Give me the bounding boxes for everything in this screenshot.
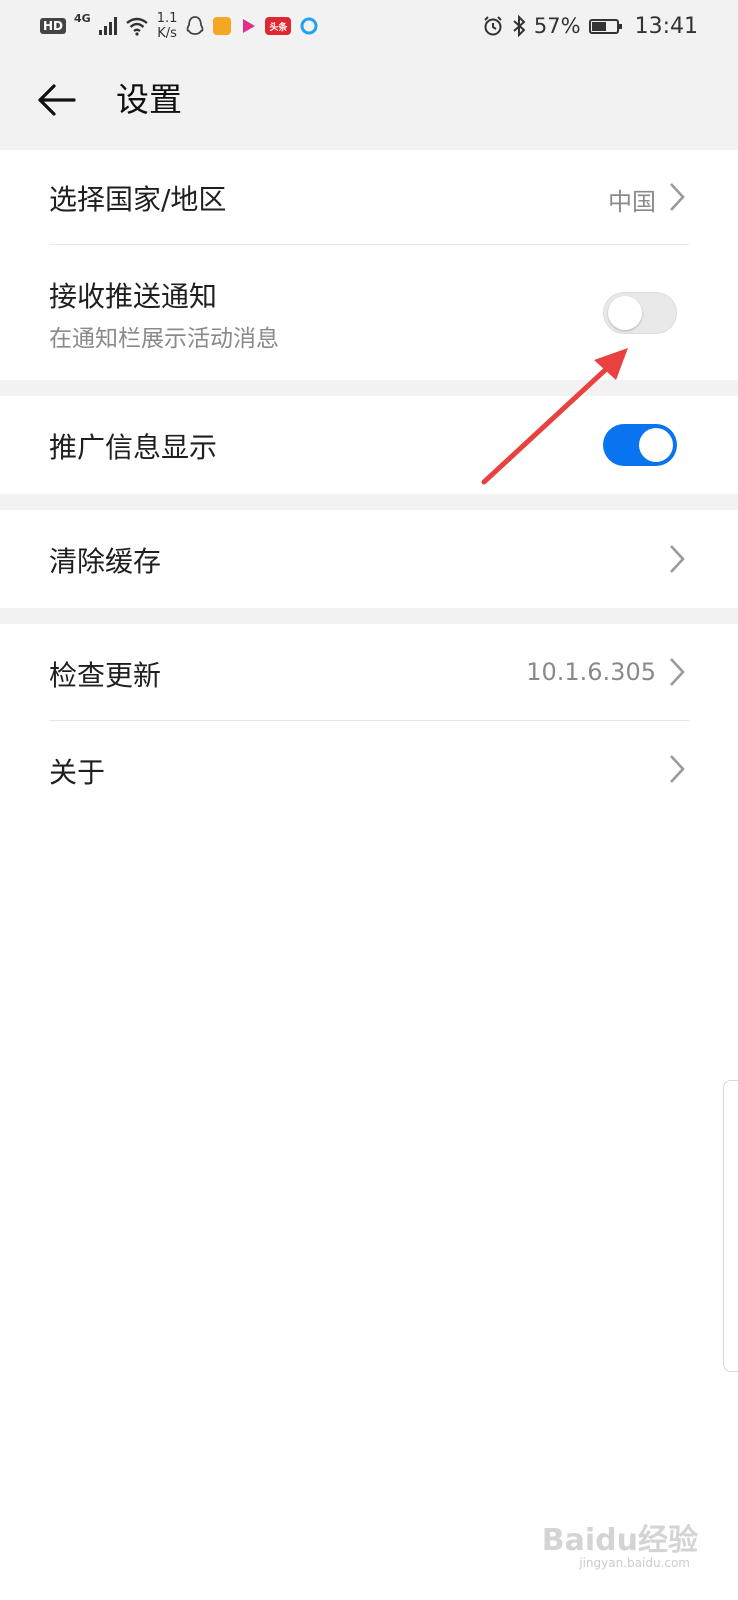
- video-app-icon: [243, 19, 256, 33]
- qq-icon: [186, 16, 204, 35]
- wifi-icon: [125, 17, 148, 36]
- toutiao-icon: 头条: [265, 17, 292, 35]
- group-gap: [0, 494, 738, 510]
- push-notification-toggle[interactable]: [603, 292, 677, 334]
- annotation-arrow-icon: [481, 348, 628, 485]
- promo-label: 推广信息显示: [49, 431, 218, 464]
- speed-value: 1.1: [156, 11, 178, 26]
- push-label: 接收推送通知: [49, 280, 218, 313]
- clock: 13:41: [634, 13, 698, 39]
- clear-cache-row[interactable]: 清除缓存: [0, 510, 738, 608]
- chevron-right-icon: [670, 755, 685, 783]
- scroll-handle[interactable]: [723, 1080, 738, 1372]
- chevron-right-icon: [670, 658, 685, 686]
- hd-badge: HD: [40, 18, 67, 34]
- group-gap: [0, 608, 738, 624]
- battery-percent: 57%: [533, 14, 581, 38]
- status-left: HD 4G 1.1 K/s 头条: [40, 0, 319, 52]
- check-update-label: 检查更新: [49, 659, 162, 692]
- chevron-right-icon: [670, 545, 685, 573]
- status-bar: HD 4G 1.1 K/s 头条 57% 13:41: [0, 0, 738, 52]
- chevron-right-icon: [670, 183, 685, 211]
- settings-group-4: 检查更新 10.1.6.305 关于: [0, 624, 738, 814]
- watermark-logo: Baidu经验: [541, 1523, 698, 1558]
- about-label: 关于: [49, 756, 106, 789]
- battery-icon: [588, 18, 622, 34]
- back-arrow-icon[interactable]: [34, 78, 78, 122]
- region-label: 选择国家/地区: [49, 183, 227, 216]
- version-value: 10.1.6.305: [526, 658, 656, 686]
- alarm-icon: [484, 16, 502, 36]
- page-title: 设置: [116, 80, 182, 119]
- network-type: 4G: [74, 12, 91, 25]
- speed-unit: K/s: [157, 26, 177, 41]
- bluetooth-icon: [513, 15, 526, 37]
- region-value: 中国: [608, 188, 656, 216]
- watermark-url: jingyan.baidu.com: [579, 1556, 690, 1570]
- browser-icon: [300, 17, 318, 35]
- push-sub-label: 在通知栏展示活动消息: [49, 326, 279, 352]
- clear-cache-label: 清除缓存: [49, 545, 162, 578]
- network-speed: 1.1 K/s: [157, 11, 178, 41]
- status-right: 57% 13:41: [482, 0, 698, 52]
- about-row[interactable]: 关于: [0, 721, 738, 814]
- region-row[interactable]: 选择国家/地区 中国: [0, 150, 738, 244]
- dog-app-icon: [213, 17, 232, 35]
- check-update-row[interactable]: 检查更新 10.1.6.305: [0, 624, 738, 720]
- signal-icon: [98, 17, 117, 35]
